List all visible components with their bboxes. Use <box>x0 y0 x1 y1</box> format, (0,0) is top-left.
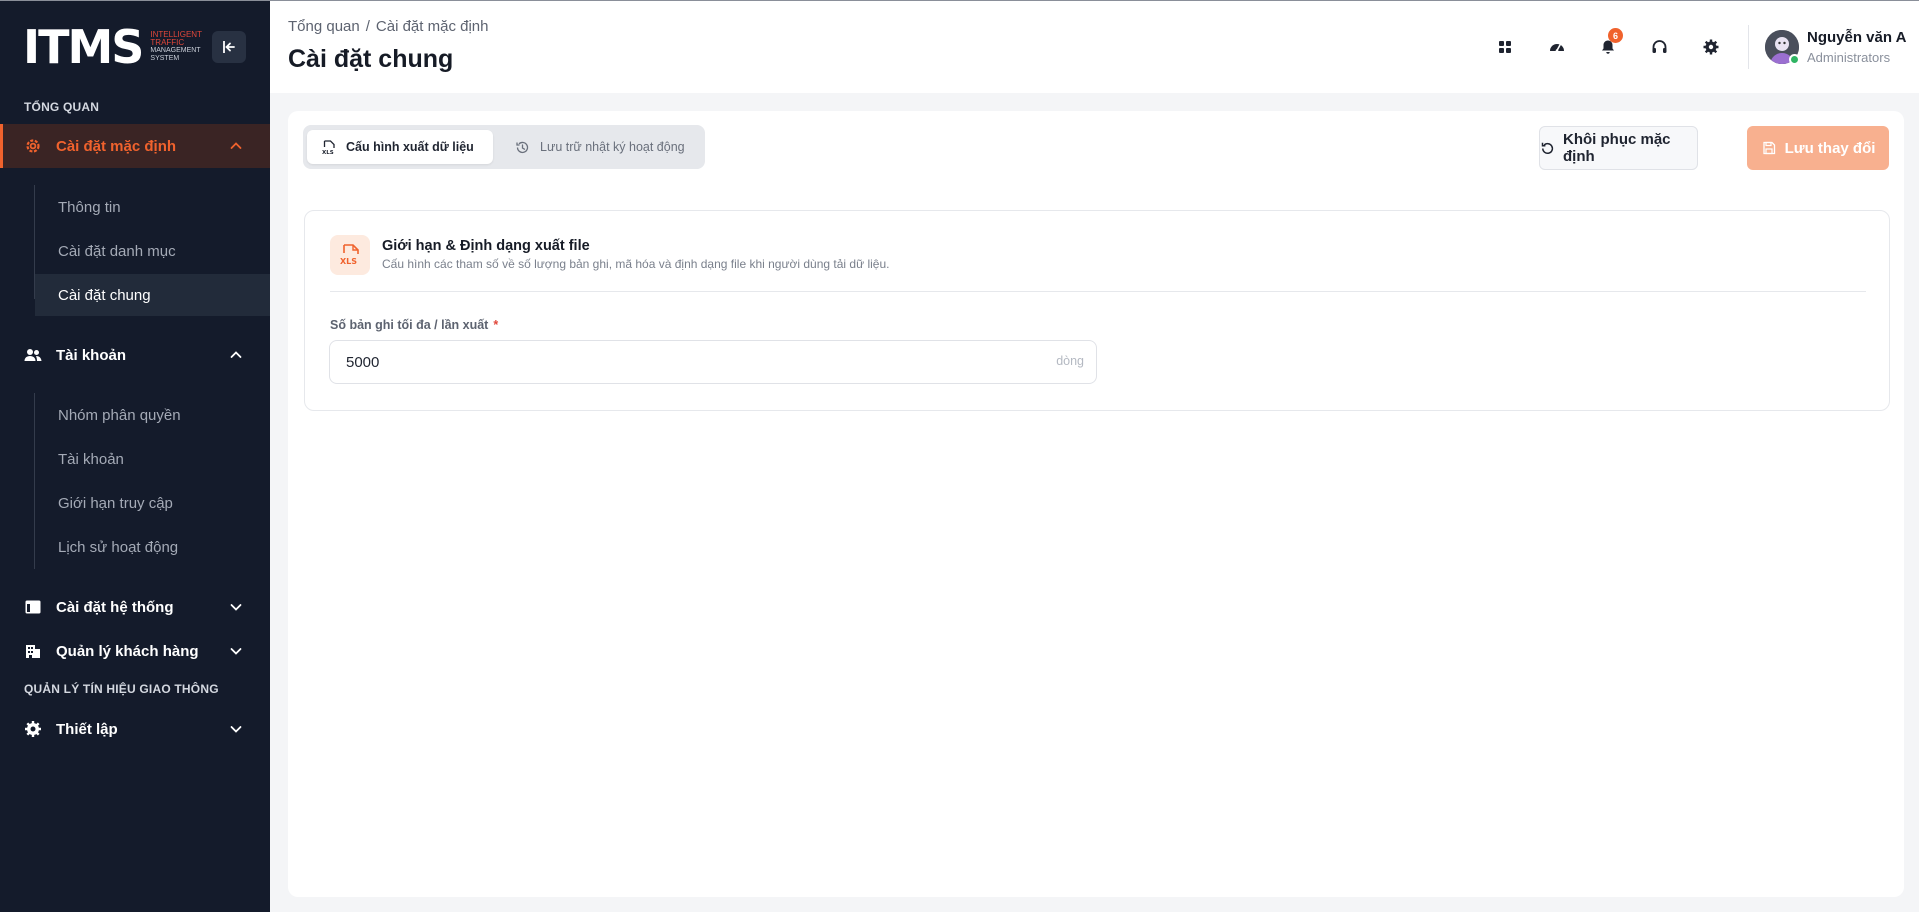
history-icon <box>515 140 530 155</box>
building-icon <box>24 642 42 660</box>
tab-activity-log-storage[interactable]: Lưu trữ nhật ký hoạt động <box>501 130 701 164</box>
card-title: Giới hạn & Định dạng xuất file <box>382 238 590 254</box>
sidebar-item-accounts[interactable]: Tài khoản <box>0 333 270 377</box>
sidebar-item-category-settings[interactable]: Cài đặt danh mục <box>35 230 270 272</box>
speedometer-icon <box>1550 44 1564 52</box>
max-records-label: Số bản ghi tối đa / lần xuất * <box>330 318 499 332</box>
tab-export-config[interactable]: XLS Cấu hình xuất dữ liệu <box>307 130 493 164</box>
max-records-input[interactable] <box>346 341 1026 383</box>
sidebar-item-label: Cài đặt mặc định <box>56 137 177 155</box>
xls-file-icon: XLS <box>321 139 336 155</box>
chevron-down-icon <box>230 726 242 733</box>
sidebar-item-activity-history[interactable]: Lịch sử hoạt động <box>35 526 270 568</box>
breadcrumb: Tổng quan / Cài đặt mặc định <box>288 18 488 35</box>
gear-icon <box>24 137 42 155</box>
sidebar-item-accounts-list[interactable]: Tài khoản <box>35 438 270 480</box>
logo-subtitle: INTELLIGENT TRAFFIC MANAGEMENT SYSTEM <box>150 30 202 63</box>
breadcrumb-current[interactable]: Cài đặt mặc định <box>376 18 489 35</box>
collapse-left-icon <box>223 41 235 53</box>
chevron-down-icon <box>230 648 242 655</box>
save-icon <box>1761 140 1777 156</box>
sidebar-item-label: Thiết lập <box>56 720 118 738</box>
sidebar-item-label: Cài đặt hệ thống <box>56 598 174 616</box>
sidebar-item-info[interactable]: Thông tin <box>35 186 270 228</box>
sidebar-item-general-settings[interactable]: Cài đặt chung <box>35 274 270 316</box>
users-icon <box>24 346 42 364</box>
logo[interactable]: ITMS INTELLIGENT TRAFFIC MANAGEMENT SYST… <box>0 1 270 93</box>
section-overview: TỔNG QUAN <box>24 100 100 114</box>
sidebar-item-permission-groups[interactable]: Nhóm phân quyền <box>35 394 270 436</box>
dashboard-button[interactable] <box>1540 30 1574 64</box>
chevron-down-icon <box>230 604 242 611</box>
settings-button[interactable] <box>1694 30 1728 64</box>
breadcrumb-root[interactable]: Tổng quan <box>288 18 360 35</box>
logo-text: ITMS <box>23 20 144 74</box>
svg-text:XLS: XLS <box>340 257 357 266</box>
header-divider <box>1748 25 1749 69</box>
restore-defaults-label: Khôi phục mặc định <box>1563 131 1671 165</box>
card-divider <box>330 291 1866 292</box>
save-changes-label: Lưu thay đổi <box>1784 139 1876 157</box>
sidebar: ITMS INTELLIGENT TRAFFIC MANAGEMENT SYST… <box>0 1 270 912</box>
sidebar-item-label: Tài khoản <box>56 346 127 364</box>
sidebar-item-system-settings[interactable]: Cài đặt hệ thống <box>0 585 270 629</box>
support-button[interactable] <box>1642 30 1676 64</box>
grid-icon <box>1499 41 1511 53</box>
save-changes-button[interactable]: Lưu thay đổi <box>1747 126 1889 170</box>
gear-icon <box>1703 39 1719 55</box>
online-status-dot <box>1789 54 1800 65</box>
notification-badge: 6 <box>1608 28 1623 43</box>
svg-text:XLS: XLS <box>322 150 334 155</box>
chevron-up-icon <box>230 142 242 149</box>
main-panel: XLS Cấu hình xuất dữ liệu Lưu trữ nhật k… <box>288 111 1904 897</box>
xls-file-icon: XLS <box>330 235 370 275</box>
required-marker: * <box>493 318 499 332</box>
apps-button[interactable] <box>1488 30 1522 64</box>
breadcrumb-separator: / <box>365 18 370 35</box>
export-limits-card: XLS Giới hạn & Định dạng xuất file Cấu h… <box>304 210 1890 411</box>
max-records-field[interactable]: dòng <box>329 340 1097 384</box>
gear-icon <box>24 720 42 738</box>
notifications-button[interactable]: 6 <box>1591 28 1625 64</box>
user-name[interactable]: Nguyễn văn A <box>1807 29 1906 46</box>
restore-defaults-button[interactable]: Khôi phục mặc định <box>1539 126 1698 170</box>
tab-label: Lưu trữ nhật ký hoạt động <box>540 140 685 154</box>
section-traffic-signals: QUẢN LÝ TÍN HIỆU GIAO THÔNG <box>24 682 219 696</box>
sidebar-item-default-settings[interactable]: Cài đặt mặc định <box>0 124 270 168</box>
sidebar-item-setup[interactable]: Thiết lập <box>0 707 270 751</box>
top-header: Tổng quan / Cài đặt mặc định Cài đặt chung… <box>270 1 1919 93</box>
chevron-up-icon <box>230 351 242 358</box>
reset-icon <box>1540 140 1555 156</box>
window-icon <box>24 598 42 616</box>
unit-suffix: dòng <box>1056 354 1084 368</box>
headset-icon <box>1652 39 1666 53</box>
card-description: Cấu hình các tham số về số lượng bản ghi… <box>382 257 890 271</box>
sidebar-item-label: Quản lý khách hàng <box>56 642 199 660</box>
page-title: Cài đặt chung <box>288 45 454 73</box>
sidebar-item-customers[interactable]: Quản lý khách hàng <box>0 629 270 673</box>
sidebar-item-access-limits[interactable]: Giới hạn truy cập <box>35 482 270 524</box>
tab-label: Cấu hình xuất dữ liệu <box>346 140 474 154</box>
collapse-sidebar-button[interactable] <box>212 31 246 63</box>
user-role: Administrators <box>1807 50 1891 65</box>
settings-tabs: XLS Cấu hình xuất dữ liệu Lưu trữ nhật k… <box>303 125 705 169</box>
